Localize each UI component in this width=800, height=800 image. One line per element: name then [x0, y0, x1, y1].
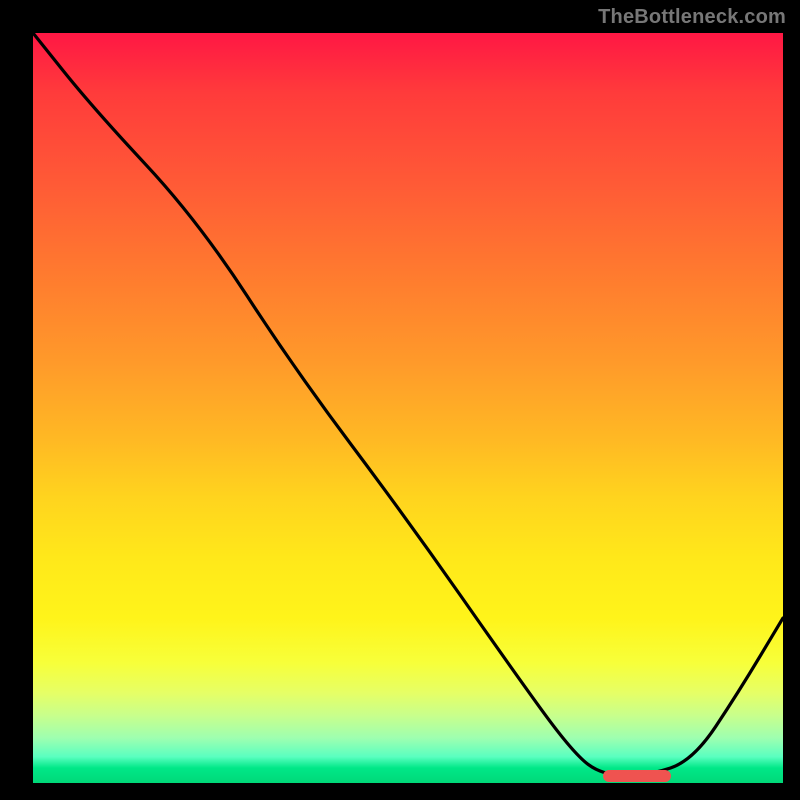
- plot-area: [33, 33, 783, 783]
- curve-svg: [33, 33, 783, 783]
- bottleneck-curve: [33, 33, 783, 776]
- optimal-range-marker: [603, 770, 671, 782]
- chart-frame: TheBottleneck.com: [0, 0, 800, 800]
- watermark-text: TheBottleneck.com: [598, 6, 786, 29]
